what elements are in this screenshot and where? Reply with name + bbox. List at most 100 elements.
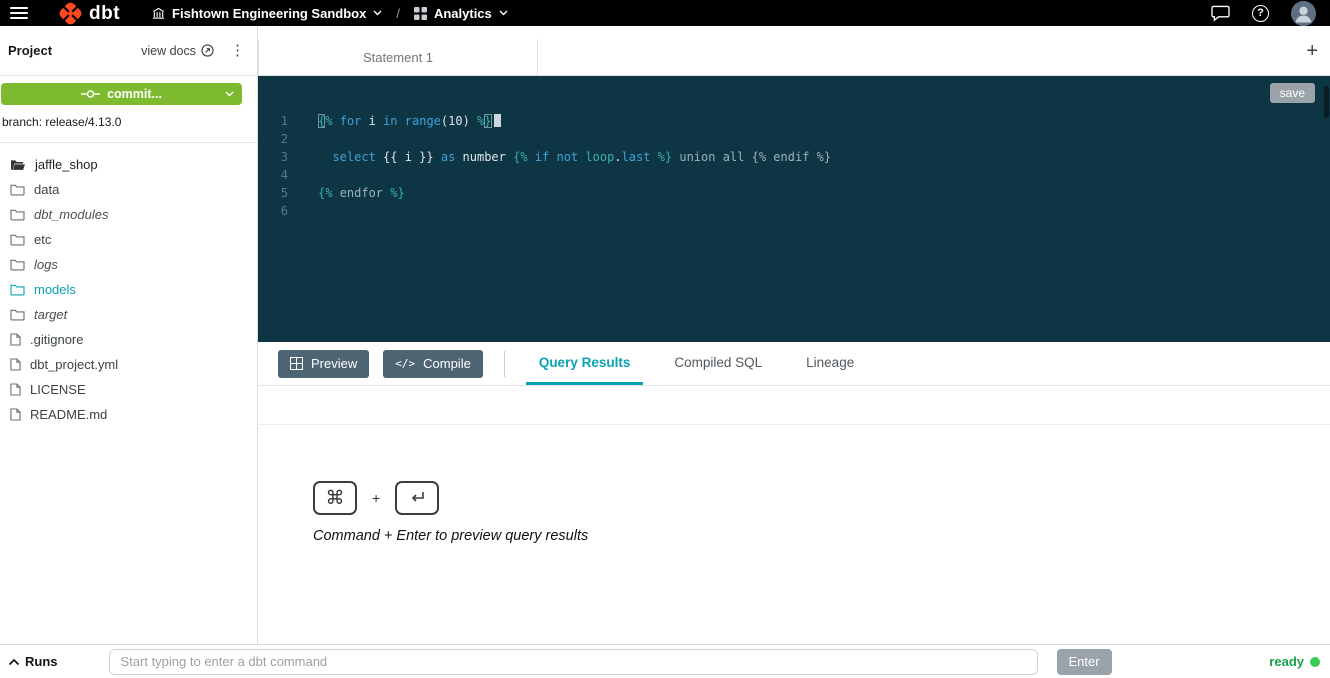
tree-item-label: logs: [34, 257, 58, 272]
tree-item-logs[interactable]: logs: [0, 252, 257, 277]
code-area[interactable]: 123456 {% for i in range(10) %} select {…: [258, 112, 1330, 342]
folder-icon: [10, 208, 25, 221]
code-token: {%: [318, 186, 332, 200]
tree-item-label: jaffle_shop: [35, 157, 98, 172]
results-tab-label: Query Results: [539, 355, 631, 370]
folder-icon: [10, 233, 25, 246]
editor-scrollbar[interactable]: [1324, 86, 1329, 118]
avatar[interactable]: [1291, 1, 1316, 26]
tree-item-models[interactable]: models: [0, 277, 257, 302]
code-token: [332, 186, 339, 200]
table-grid-icon: [290, 357, 303, 370]
grid-icon: [414, 7, 427, 20]
tree-item-label: dbt_project.yml: [30, 357, 118, 372]
code-line: {% for i in range(10) %}: [318, 112, 831, 130]
view-docs-link[interactable]: view docs: [141, 44, 214, 58]
tree-item-label: LICENSE: [30, 382, 86, 397]
preview-button[interactable]: Preview: [278, 350, 369, 378]
save-button[interactable]: save: [1270, 83, 1315, 103]
runs-toggle[interactable]: Runs: [8, 654, 58, 669]
code-token: [332, 114, 339, 128]
folder-open-icon: [10, 158, 26, 171]
chevron-up-icon: [8, 658, 20, 666]
text-cursor: [494, 114, 501, 127]
enter-keycap: [395, 481, 439, 515]
tree-item-gitignore[interactable]: .gitignore: [0, 327, 257, 352]
code-token: (10): [441, 114, 470, 128]
tree-item-license[interactable]: LICENSE: [0, 377, 257, 402]
tree-item-dbt-modules[interactable]: dbt_modules: [0, 202, 257, 227]
add-tab-button[interactable]: +: [1306, 39, 1318, 63]
runs-label: Runs: [25, 654, 58, 669]
code-line: {% endfor %}: [318, 184, 831, 202]
code-token: [398, 114, 405, 128]
folder-icon: [10, 183, 25, 196]
hamburger-menu-icon[interactable]: [10, 7, 28, 19]
tree-item-target[interactable]: target: [0, 302, 257, 327]
view-docs-icon: [201, 44, 214, 57]
editor-tab-strip: Statement 1 +: [258, 26, 1330, 76]
branch-label: branch: release/4.13.0: [0, 105, 257, 143]
code-editor[interactable]: save 123456 {% for i in range(10) %} sel…: [258, 76, 1330, 342]
org-selector[interactable]: Fishtown Engineering Sandbox: [152, 6, 382, 21]
code-token: number: [455, 150, 513, 164]
tab-label: Statement 1: [363, 50, 433, 65]
compile-button[interactable]: </> Compile: [383, 350, 483, 378]
tab-compiled-sql[interactable]: Compiled SQL: [661, 342, 775, 385]
tree-item-dbt-project-yml[interactable]: dbt_project.yml: [0, 352, 257, 377]
dbt-logo[interactable]: dbt: [58, 1, 120, 26]
compile-button-label: Compile: [423, 356, 471, 371]
commit-dropdown-chevron[interactable]: [225, 91, 234, 97]
chat-icon[interactable]: [1211, 5, 1230, 22]
project-name: Analytics: [434, 6, 492, 21]
tree-item-label: .gitignore: [30, 332, 83, 347]
file-tree: jaffle_shopdatadbt_modulesetc logs models t…: [0, 143, 257, 427]
code-token: loop: [585, 150, 614, 164]
chevron-down-icon: [499, 10, 508, 16]
folder-icon: [10, 258, 25, 271]
tree-item-data[interactable]: data: [0, 177, 257, 202]
line-number: 2: [258, 130, 296, 148]
tree-item-readme-md[interactable]: README.md: [0, 402, 257, 427]
project-selector[interactable]: Analytics: [414, 6, 508, 21]
code-token: .: [614, 150, 621, 164]
code-token: %}: [658, 150, 672, 164]
line-number: 4: [258, 166, 296, 184]
commit-button-label: commit...: [107, 87, 162, 101]
return-key-icon: [407, 490, 427, 506]
chevron-down-icon: [373, 10, 382, 16]
code-brackets-icon: </>: [395, 357, 415, 370]
line-number: 6: [258, 202, 296, 220]
help-icon[interactable]: ?: [1252, 5, 1269, 22]
enter-button[interactable]: Enter: [1057, 649, 1112, 675]
file-icon: [10, 333, 21, 346]
kebab-menu-icon[interactable]: ⋮: [230, 43, 245, 58]
file-icon: [10, 383, 21, 396]
results-panel: ⌘ + Command + Enter to preview query res…: [258, 425, 1330, 644]
tree-item-etc[interactable]: etc: [0, 227, 257, 252]
folder-icon: [10, 283, 25, 296]
tab-lineage[interactable]: Lineage: [793, 342, 867, 385]
tab-query-results[interactable]: Query Results: [526, 342, 644, 385]
ide-status: ready: [1269, 654, 1320, 669]
code-token: [650, 150, 657, 164]
preview-hint-text: Command + Enter to preview query results: [313, 528, 588, 544]
help-glyph: ?: [1257, 7, 1264, 19]
code-line: select {{ i }} as number {% if not loop.…: [318, 148, 831, 166]
dbt-command-input[interactable]: [109, 649, 1038, 675]
code-token: union all: [679, 150, 744, 164]
shortcut-keys: ⌘ +: [313, 481, 439, 515]
sidebar-header: Project view docs ⋮: [0, 26, 257, 76]
code-lines[interactable]: {% for i in range(10) %} select {{ i }} …: [296, 112, 831, 342]
command-key-icon: ⌘: [326, 487, 345, 510]
tab-statement-1[interactable]: Statement 1: [258, 39, 538, 75]
code-line: [318, 166, 831, 184]
commit-button[interactable]: commit...: [1, 83, 242, 105]
ready-status-label: ready: [1269, 654, 1304, 669]
code-token: last: [622, 150, 651, 164]
tree-item-label: models: [34, 282, 76, 297]
status-bar: Runs Enter ready: [0, 644, 1330, 678]
code-token: not: [556, 150, 578, 164]
tree-item-jaffle-shop[interactable]: jaffle_shop: [0, 152, 257, 177]
code-token: }: [484, 114, 491, 128]
